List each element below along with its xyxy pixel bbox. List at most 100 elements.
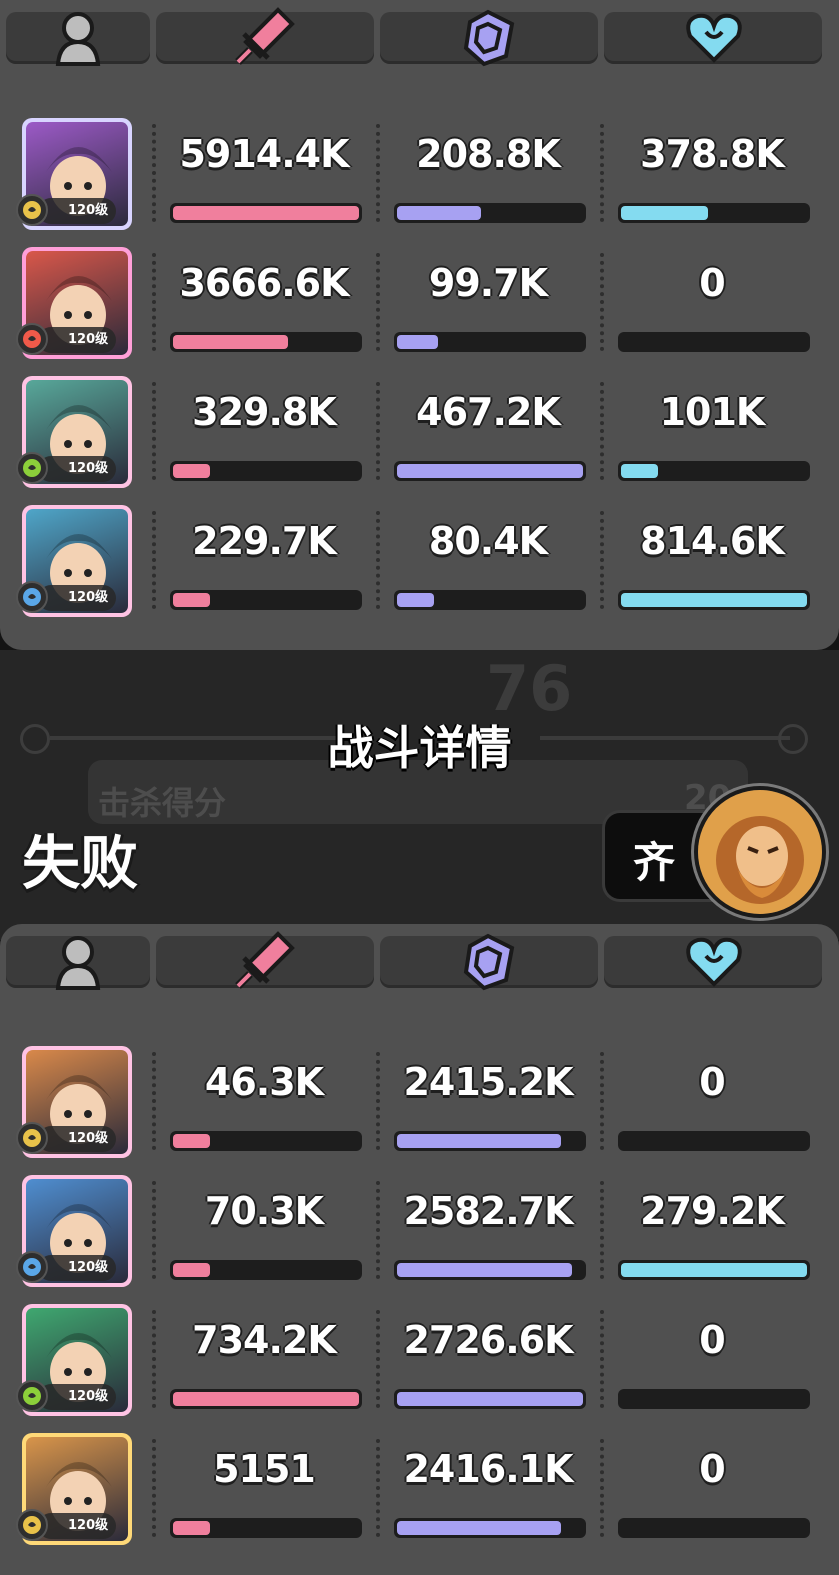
heal-value: 0 [699,261,725,305]
column-separator [600,382,604,480]
header-hero-cell [6,12,150,66]
atk-bar-fill [173,335,289,349]
def-value: 467.2K [416,390,561,434]
earth-element-icon [16,1122,48,1154]
def-value: 2726.6K [403,1318,573,1362]
heal-bar-fill [621,593,807,607]
hero-portrait[interactable]: 120级 [16,1304,132,1416]
atk-value: 70.3K [204,1189,324,1233]
battle-details-screen: 120级 5914.4K 208.8K 378.8K 120级 3666.6K 99.7K 0… [0,0,839,1575]
heal-bar [618,203,810,223]
team-stats-panel-top: 120级 5914.4K 208.8K 378.8K 120级 3666.6K 99.7K 0… [0,0,839,650]
def-value: 99.7K [428,261,548,305]
hero-level-badge: 120级 [38,1384,117,1410]
atk-value: 734.2K [192,1318,337,1362]
heal-stat: 0 [614,1046,810,1158]
atk-stat: 46.3K [166,1046,362,1158]
hero-portrait[interactable]: 120级 [16,505,132,617]
hero-portrait[interactable]: 120级 [16,1433,132,1545]
heal-stat: 101K [614,376,810,488]
wind-element-icon [16,1380,48,1412]
header-hero-cell [6,936,150,990]
column-separator [600,1181,604,1279]
atk-stat: 229.7K [166,505,362,617]
column-separator [152,1310,156,1408]
hero-portrait[interactable]: 120级 [16,118,132,230]
hero-row: 120级 329.8K 467.2K 101K [0,376,839,505]
def-stat: 2726.6K [390,1304,586,1416]
column-separator [152,1181,156,1279]
heal-bar-fill [621,464,659,478]
atk-bar [170,1260,362,1280]
battle-result: 失败 [22,829,139,897]
heal-value: 0 [699,1447,725,1491]
shield-icon [463,9,515,67]
def-bar [394,461,586,481]
def-value: 2582.7K [403,1189,573,1233]
def-stat: 208.8K [390,118,586,230]
stats-header-top [0,0,839,96]
column-separator [376,382,380,480]
heal-value: 101K [659,390,766,434]
wind-element-icon [16,452,48,484]
def-bar-fill [397,464,583,478]
atk-stat: 70.3K [166,1175,362,1287]
hero-level-badge: 120级 [38,585,117,611]
hero-level-badge: 120级 [38,198,117,224]
hero-level-badge: 120级 [38,456,117,482]
atk-value: 3666.6K [179,261,349,305]
hero-portrait[interactable]: 120级 [16,1175,132,1287]
player-avatar[interactable] [694,786,826,918]
def-bar-fill [397,335,438,349]
hero-level-badge: 120级 [38,327,117,353]
atk-bar [170,461,362,481]
hero-portrait[interactable]: 120级 [16,376,132,488]
def-bar-fill [397,593,435,607]
atk-bar-fill [173,1392,359,1406]
player-name: 齐 [633,838,676,887]
def-value: 80.4K [428,519,548,563]
atk-bar-fill [173,593,211,607]
hero-portrait[interactable]: 120级 [16,1046,132,1158]
def-stat: 2416.1K [390,1433,586,1545]
def-bar [394,332,586,352]
hero-level-badge: 120级 [38,1255,117,1281]
stats-header-bottom [0,924,839,1020]
column-separator [152,1052,156,1150]
hero-row: 120级 46.3K 2415.2K 0 [0,1046,839,1175]
def-value: 2415.2K [403,1060,573,1104]
hero-row: 120级 5151 2416.1K 0 [0,1433,839,1562]
column-separator [376,124,380,222]
fire-element-icon [16,323,48,355]
column-separator [152,511,156,609]
heart-icon [686,13,742,63]
hero-portrait[interactable]: 120级 [16,247,132,359]
column-separator [376,1181,380,1279]
column-separator [376,253,380,351]
def-bar [394,1260,586,1280]
def-bar [394,590,586,610]
hero-row: 120级 70.3K 2582.7K 279.2K [0,1175,839,1304]
heal-stat: 0 [614,1304,810,1416]
column-separator [376,511,380,609]
atk-value: 329.8K [192,390,337,434]
def-bar [394,1131,586,1151]
heal-bar [618,1389,810,1409]
def-value: 208.8K [416,132,561,176]
def-bar [394,1389,586,1409]
atk-bar-fill [173,1521,211,1535]
atk-bar [170,203,362,223]
atk-bar [170,332,362,352]
heal-bar [618,1518,810,1538]
column-separator [152,124,156,222]
def-stat: 2415.2K [390,1046,586,1158]
column-separator [600,253,604,351]
hero-row: 120级 229.7K 80.4K 814.6K [0,505,839,634]
def-bar-fill [397,1392,583,1406]
hero-row: 120级 734.2K 2726.6K 0 [0,1304,839,1433]
heal-bar-fill [621,1263,807,1277]
heal-stat: 814.6K [614,505,810,617]
hero-level-badge: 120级 [38,1513,117,1539]
def-bar [394,203,586,223]
def-stat: 80.4K [390,505,586,617]
